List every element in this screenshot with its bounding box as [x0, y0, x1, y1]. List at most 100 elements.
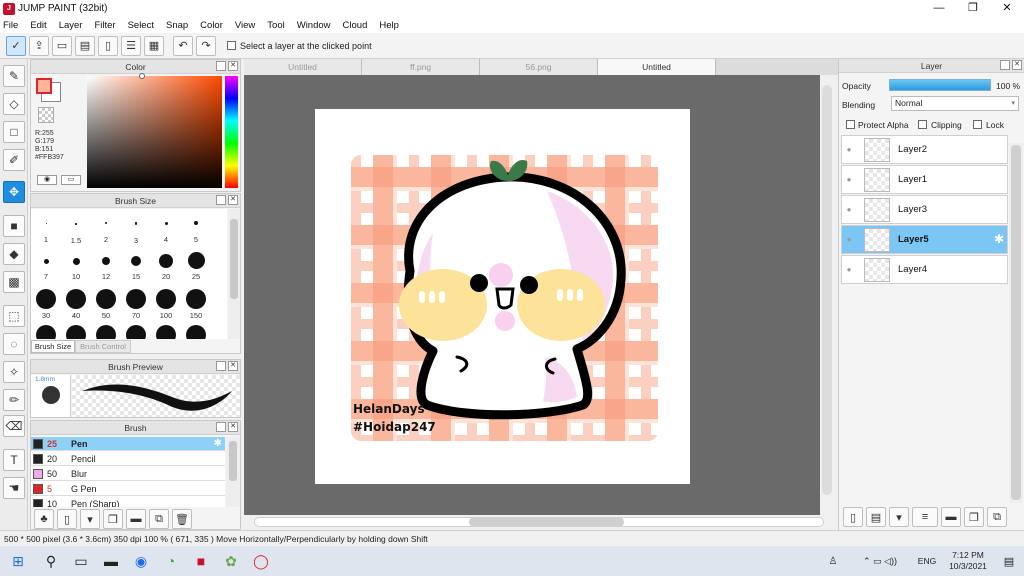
color-slider-icon[interactable]: ▭: [61, 175, 81, 185]
menu-layer[interactable]: Layer: [59, 20, 83, 31]
layer-menu-icon[interactable]: ≡: [912, 507, 938, 527]
brush-size-cell[interactable]: 2: [91, 222, 121, 244]
message-icon[interactable]: ▤: [75, 35, 95, 56]
hand-tool-icon[interactable]: ☚: [3, 477, 25, 499]
brush-size-cell[interactable]: 20: [151, 254, 181, 281]
search-icon[interactable]: ⚲: [36, 546, 66, 576]
hue-slider[interactable]: [225, 76, 238, 188]
blending-select[interactable]: Normal ▾: [891, 96, 1019, 111]
brush-size-cell[interactable]: 5: [181, 221, 211, 244]
brush-stamp-icon[interactable]: ♣: [34, 509, 54, 529]
lock-checkbox[interactable]: [973, 120, 982, 129]
system-tray-icons[interactable]: ⌃ ▭ ◁)): [848, 546, 912, 576]
undo-icon[interactable]: ↶: [173, 35, 193, 56]
layer-row-layer1[interactable]: ● Layer1: [841, 165, 1008, 194]
brush-delete-icon[interactable]: 🗑: [172, 509, 192, 529]
color-wheel-icon[interactable]: ◉: [37, 175, 57, 185]
protect-alpha-checkbox[interactable]: [846, 120, 855, 129]
layer-copy-icon[interactable]: ❐: [964, 507, 984, 527]
brush-menu-icon[interactable]: ▾: [80, 509, 100, 529]
redo-icon[interactable]: ↷: [196, 35, 216, 56]
lasso-tool-icon[interactable]: ◌: [3, 333, 25, 355]
clock[interactable]: 7:12 PM 10/3/2021: [942, 550, 994, 572]
layer-list-scrollbar[interactable]: [1009, 143, 1023, 503]
layer-merge-icon[interactable]: ⧉: [987, 507, 1007, 527]
brush-size-cell[interactable]: 70: [121, 289, 151, 320]
windows-start-icon[interactable]: ⊞: [0, 546, 36, 576]
input-language[interactable]: ENG: [912, 546, 942, 576]
brush-size-scrollbar[interactable]: [228, 209, 240, 339]
zalo-icon[interactable]: ◉: [126, 546, 156, 576]
layer-row-layer5[interactable]: ● Layer5 ✱: [841, 225, 1008, 254]
foreground-color-swatch[interactable]: [36, 78, 52, 94]
panel-close-icon[interactable]: ✕: [1012, 60, 1022, 70]
text-tool-icon[interactable]: T: [3, 449, 25, 471]
panel-float-icon[interactable]: [216, 361, 226, 371]
comment-icon[interactable]: ▭: [52, 35, 72, 56]
tab-brush-control[interactable]: Brush Control: [75, 340, 131, 353]
brush-list-scrollbar[interactable]: [226, 437, 240, 507]
layer-visibility-icon[interactable]: ●: [842, 235, 856, 244]
brush-size-cell[interactable]: 1.5: [61, 223, 91, 245]
layer-row-layer4[interactable]: ● Layer4: [841, 255, 1008, 284]
panel-float-icon[interactable]: [216, 61, 226, 71]
eraser-tool-icon[interactable]: ◇: [3, 93, 25, 115]
cloud-sync-icon[interactable]: ✓: [6, 35, 26, 56]
brush-size-cell[interactable]: 7: [31, 259, 61, 281]
close-button[interactable]: ✕: [990, 0, 1024, 17]
notification-icon[interactable]: ▤: [994, 546, 1024, 576]
new-brush-icon[interactable]: ▯: [57, 509, 77, 529]
canvas-workspace[interactable]: HelanDays #Hoidap247: [244, 75, 820, 515]
menu-file[interactable]: File: [3, 20, 18, 31]
select-tool-icon[interactable]: ⬚: [3, 305, 25, 327]
layer-visibility-icon[interactable]: ●: [842, 205, 856, 214]
menu-select[interactable]: Select: [128, 20, 154, 31]
menu-help[interactable]: Help: [379, 20, 399, 31]
menu-snap[interactable]: Snap: [166, 20, 188, 31]
color-picker-handle[interactable]: [139, 73, 145, 79]
task-view-icon[interactable]: ▭: [66, 546, 96, 576]
new-layer-menu-icon[interactable]: ▾: [889, 507, 909, 527]
brush-size-cell[interactable]: 1: [31, 223, 61, 244]
brush-size-cell[interactable]: 40: [61, 289, 91, 320]
tab-untitled-1[interactable]: Untitled: [244, 59, 362, 75]
grid-icon[interactable]: ▦: [144, 35, 164, 56]
transparent-color-swatch[interactable]: [38, 107, 54, 123]
brush-copy-icon[interactable]: ❐: [103, 509, 123, 529]
magic-wand-tool-icon[interactable]: ✧: [3, 361, 25, 383]
brush-folder-icon[interactable]: ▬: [126, 509, 146, 529]
saturation-value-picker[interactable]: [87, 76, 222, 188]
new-raster-layer-icon[interactable]: ▤: [866, 507, 886, 527]
layer-visibility-icon[interactable]: ●: [842, 145, 856, 154]
tab-brush-size[interactable]: Brush Size: [31, 340, 75, 353]
panel-close-icon[interactable]: ✕: [228, 361, 238, 371]
brush-size-cell[interactable]: 50: [91, 289, 121, 320]
brush-item-pen-sharp[interactable]: 10 Pen (Sharp): [31, 497, 225, 507]
minimize-button[interactable]: —: [922, 0, 956, 17]
panel-close-icon[interactable]: ✕: [228, 195, 238, 205]
people-icon[interactable]: ♙: [818, 546, 848, 576]
brush-tool-icon[interactable]: ✎: [3, 65, 25, 87]
brush-size-cell[interactable]: 3: [121, 222, 151, 245]
menu-color[interactable]: Color: [200, 20, 223, 31]
canvas-vertical-scrollbar[interactable]: [820, 75, 834, 515]
brush-item-g-pen[interactable]: 5 G Pen: [31, 482, 225, 496]
opacity-slider[interactable]: [889, 79, 991, 91]
brush-size-cell[interactable]: 15: [121, 256, 151, 281]
bucket-tool-icon[interactable]: ◆: [3, 243, 25, 265]
canvas-horizontal-scrollbar[interactable]: [244, 515, 834, 529]
browser-icon[interactable]: ◔: [156, 546, 186, 576]
panel-float-icon[interactable]: [216, 195, 226, 205]
layer-settings-gear-icon[interactable]: ✱: [994, 232, 1004, 246]
brush-size-cell[interactable]: 25: [181, 252, 211, 281]
brush-item-pen[interactable]: 25 Pen ✱: [31, 437, 225, 451]
gradient-tool-icon[interactable]: ▩: [3, 271, 25, 293]
menu-cloud[interactable]: Cloud: [343, 20, 368, 31]
share-icon[interactable]: ⇪: [29, 35, 49, 56]
brush-duplicate-icon[interactable]: ⧉: [149, 509, 169, 529]
document-icon[interactable]: ▯: [98, 35, 118, 56]
layer-visibility-icon[interactable]: ●: [842, 265, 856, 274]
brush-size-cell[interactable]: 100: [151, 289, 181, 320]
brush-settings-gear-icon[interactable]: ✱: [214, 438, 222, 449]
brush-size-cell[interactable]: 10: [61, 258, 91, 281]
